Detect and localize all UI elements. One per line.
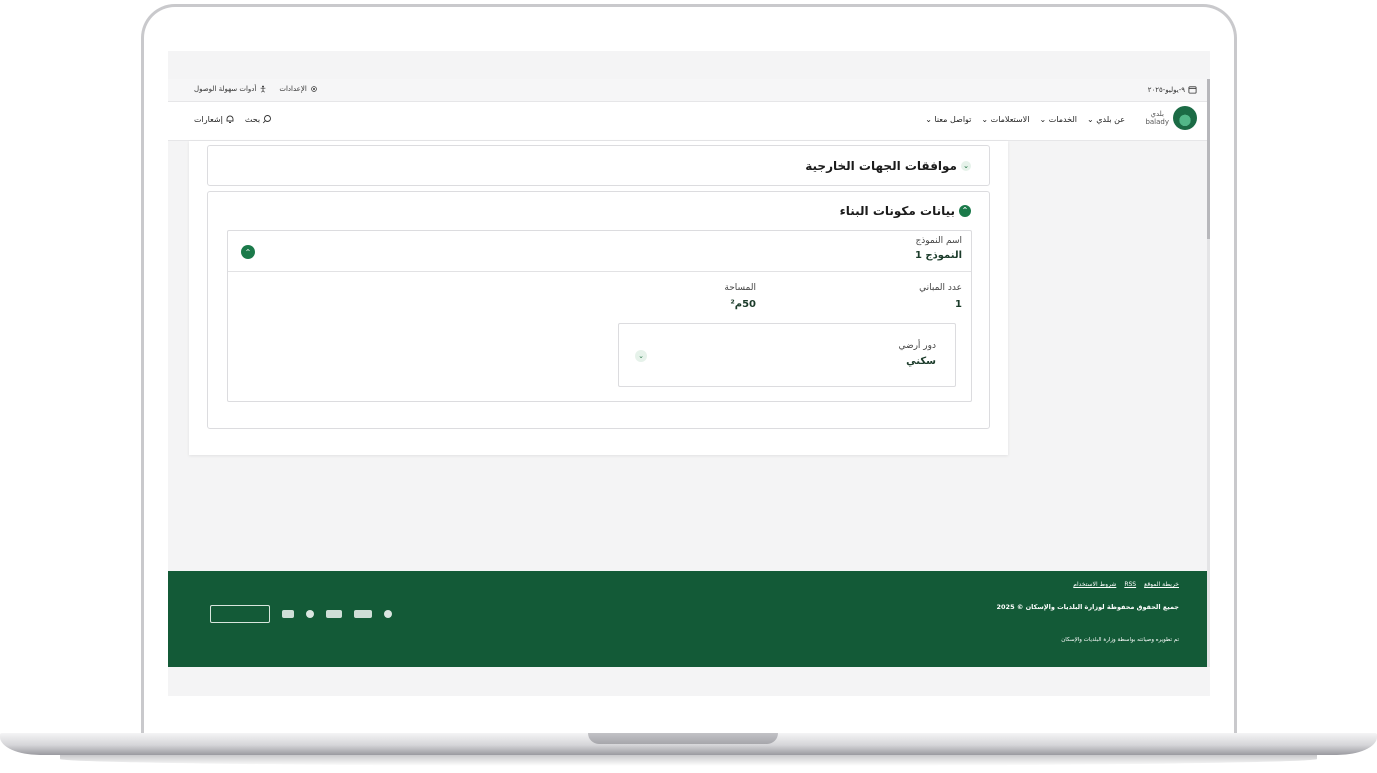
balady-logo-icon xyxy=(1173,106,1197,130)
nav-item-inquiries[interactable]: الاستعلامات ⌄ xyxy=(981,115,1029,124)
partner-logo-small xyxy=(282,610,294,618)
vision-2030-logo xyxy=(326,610,342,618)
chevron-up-icon: ⌃ xyxy=(959,205,971,217)
footer-developed-by: تم تطويره وصيانته بواسطة وزارة البلديات … xyxy=(1061,637,1179,643)
area-value: 50م² xyxy=(730,299,756,310)
nav-actions: إشعارات بحث xyxy=(194,114,272,124)
notifications-label: إشعارات xyxy=(194,114,223,124)
floor-value: سكني xyxy=(906,356,936,367)
settings-link[interactable]: الإعدادات xyxy=(279,85,317,93)
browser-screen: ٩-يوليو-٢٠٢٥ أدوات سهولة الوصول الإعدادا… xyxy=(168,51,1210,696)
building-components-panel: ⌃ بيانات مكونات البناء اسم النموذج النمو… xyxy=(207,191,990,429)
buildings-count-value: 1 xyxy=(955,299,962,310)
search-button[interactable]: بحث xyxy=(245,114,272,124)
external-approvals-header[interactable]: ⌄ موافقات الجهات الخارجية xyxy=(805,159,971,173)
chevron-down-icon: ⌄ xyxy=(961,161,971,171)
external-approvals-panel[interactable]: ⌄ موافقات الجهات الخارجية xyxy=(207,145,990,186)
notifications-button[interactable]: إشعارات xyxy=(194,114,235,124)
building-components-title: بيانات مكونات البناء xyxy=(839,204,955,218)
model-section: اسم النموذج النموذج 1 ⌃ عدد المباني 1 ال… xyxy=(227,230,972,402)
model-header[interactable]: اسم النموذج النموذج 1 ⌃ xyxy=(228,231,971,272)
nav-menu: عن بلدي ⌄ الخدمات ⌄ الاستعلامات ⌄ تواصل … xyxy=(925,115,1125,124)
utility-tools: أدوات سهولة الوصول الإعدادات xyxy=(194,85,318,93)
main-navbar: بلدي balady عن بلدي ⌄ الخدمات ⌄ الاستعلا… xyxy=(168,102,1207,141)
partner-logo-round xyxy=(306,610,314,618)
floor-label: دور أرضي xyxy=(898,341,936,351)
footer-links: خريطة الموقع RSS شروط الاستخدام xyxy=(1073,581,1179,588)
footer-link-rss[interactable]: RSS xyxy=(1124,581,1136,588)
bell-icon xyxy=(226,115,234,123)
model-name-label: اسم النموذج xyxy=(915,236,962,246)
building-components-header[interactable]: ⌃ بيانات مكونات البناء xyxy=(840,204,971,218)
area-label: المساحة xyxy=(724,283,756,293)
accessibility-icon xyxy=(260,85,266,93)
gear-icon xyxy=(311,86,317,92)
scrollbar-thumb[interactable] xyxy=(1207,79,1210,239)
nav-item-contact-label: تواصل معنا xyxy=(934,115,972,124)
utility-bar: ٩-يوليو-٢٠٢٥ أدوات سهولة الوصول الإعدادا… xyxy=(168,79,1207,102)
logo-text-en: balady xyxy=(1145,118,1169,126)
logo-text-ar: بلدي xyxy=(1150,110,1164,118)
balady-logo[interactable]: بلدي balady xyxy=(1145,106,1197,130)
buildings-count-label: عدد المباني xyxy=(919,283,962,293)
ministry-logo xyxy=(354,610,372,618)
accessibility-tools-link[interactable]: أدوات سهولة الوصول xyxy=(194,85,267,93)
nav-item-contact[interactable]: تواصل معنا ⌄ xyxy=(925,115,971,124)
date-display: ٩-يوليو-٢٠٢٥ xyxy=(1148,85,1197,94)
footer-partner-logos xyxy=(210,605,392,623)
model-name-value: النموذج 1 xyxy=(914,250,962,261)
nav-item-services-label: الخدمات xyxy=(1048,115,1077,124)
settings-label: الإعدادات xyxy=(279,85,307,93)
accessibility-tools-label: أدوات سهولة الوصول xyxy=(194,85,257,93)
balady-logo-text: بلدي balady xyxy=(1145,110,1169,126)
footer-link-sitemap[interactable]: خريطة الموقع xyxy=(1144,581,1179,588)
calendar-icon xyxy=(1188,86,1197,94)
date-text: ٩-يوليو-٢٠٢٥ xyxy=(1147,85,1185,94)
search-label: بحث xyxy=(244,114,261,124)
laptop-notch xyxy=(588,733,778,744)
search-icon xyxy=(262,115,272,124)
nav-item-about-label: عن بلدي xyxy=(1096,115,1125,124)
request-details-card: ⌄ موافقات الجهات الخارجية ⌃ بيانات مكونا… xyxy=(189,141,1008,455)
nav-item-services[interactable]: الخدمات ⌄ xyxy=(1039,115,1077,124)
footer-copyright: جميع الحقوق محفوظة لوزارة البلديات والإس… xyxy=(996,603,1180,611)
chevron-up-icon[interactable]: ⌃ xyxy=(241,245,255,259)
floor-item[interactable]: دور أرضي سكني ⌄ xyxy=(618,323,956,387)
footer-link-terms[interactable]: شروط الاستخدام xyxy=(1073,581,1116,588)
external-approvals-title: موافقات الجهات الخارجية xyxy=(805,159,957,173)
digital-certificate-badge[interactable] xyxy=(210,605,270,623)
site-footer: خريطة الموقع RSS شروط الاستخدام جميع الح… xyxy=(168,571,1207,667)
chevron-down-icon[interactable]: ⌄ xyxy=(635,350,647,362)
emblem-icon xyxy=(384,610,392,618)
nav-item-inquiries-label: الاستعلامات xyxy=(990,115,1030,124)
nav-item-about[interactable]: عن بلدي ⌄ xyxy=(1087,115,1125,124)
